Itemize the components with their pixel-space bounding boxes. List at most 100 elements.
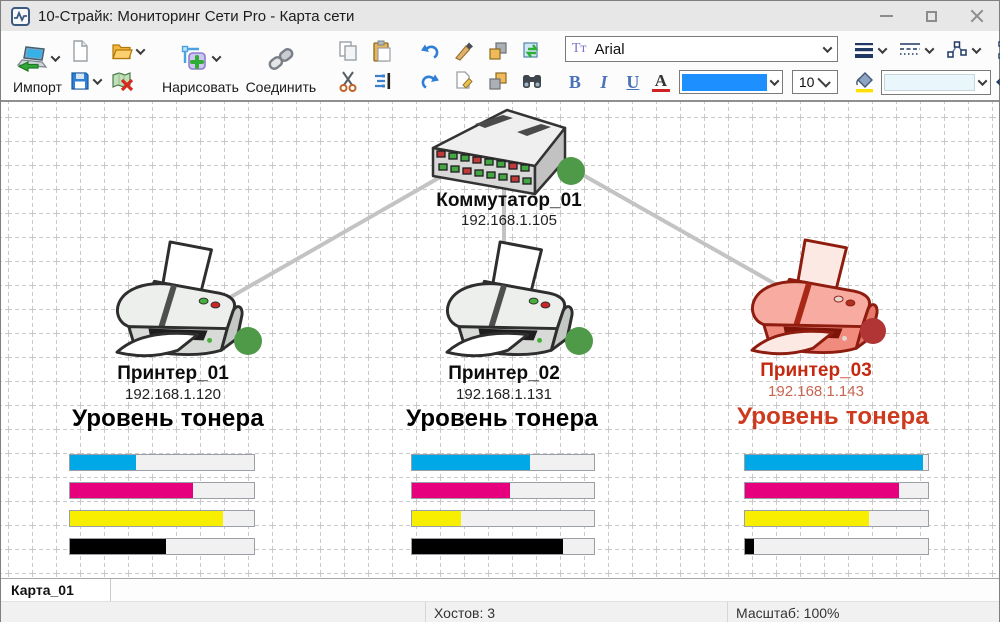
fill-color-button[interactable] xyxy=(854,71,876,93)
laptop-import-icon xyxy=(16,45,48,73)
font-size-select[interactable]: 10 xyxy=(792,70,838,94)
connector-style-icon xyxy=(946,40,968,60)
paste-icon xyxy=(372,40,392,62)
draw-icon xyxy=(181,45,209,73)
paste-button[interactable] xyxy=(372,40,392,62)
chevron-down-icon xyxy=(51,52,61,62)
search-button[interactable] xyxy=(521,71,543,91)
binoculars-icon xyxy=(521,71,543,91)
device-name[interactable]: Принтер_03 xyxy=(760,360,872,382)
copy-button[interactable] xyxy=(338,40,358,62)
toner-bar-cyan xyxy=(744,454,929,471)
status-dot xyxy=(557,157,585,185)
device-name[interactable]: Коммутатор_01 xyxy=(436,190,581,212)
connect-button[interactable]: Соединить xyxy=(243,34,319,98)
device-name[interactable]: Принтер_02 xyxy=(448,363,560,385)
chevron-down-icon xyxy=(93,75,103,85)
chevron-down-icon[interactable] xyxy=(971,44,981,54)
format-painter-button[interactable] xyxy=(454,41,474,61)
clear-format-button[interactable] xyxy=(454,71,474,91)
toner-bar-yellow xyxy=(411,510,595,527)
toner-title: Уровень тонера xyxy=(737,403,929,431)
device-ip: 192.168.1.120 xyxy=(125,386,221,403)
maximize-button[interactable] xyxy=(909,1,954,31)
fill-color-select[interactable] xyxy=(881,70,991,95)
undo-icon xyxy=(420,42,440,60)
chevron-down-icon xyxy=(977,76,987,86)
new-map-button[interactable] xyxy=(70,40,101,62)
toner-bar-black xyxy=(69,538,255,555)
italic-button[interactable]: I xyxy=(594,72,614,93)
status-dot xyxy=(860,318,886,344)
reload-map-button[interactable] xyxy=(522,41,542,61)
color-swatch xyxy=(682,74,767,91)
switch-icon[interactable] xyxy=(429,104,569,196)
toner-title: Уровень тонера xyxy=(72,405,264,433)
toner-fill xyxy=(70,511,223,526)
chain-link-icon xyxy=(266,46,296,72)
printer-icon[interactable] xyxy=(434,238,584,366)
chevron-down-icon[interactable] xyxy=(877,44,887,54)
new-document-icon xyxy=(70,40,90,62)
hatch-pattern-button[interactable] xyxy=(996,72,1000,92)
font-color-select[interactable] xyxy=(679,70,783,94)
draw-label: Нарисовать xyxy=(162,79,239,96)
map-canvas[interactable]: Коммутатор_01 192.168.1.105 Принтер_01 1… xyxy=(1,102,999,578)
font-icon: Tт xyxy=(572,41,587,57)
title-bar: 10-Страйк: Мониторинг Сети Pro - Карта с… xyxy=(1,1,999,31)
window-title: 10-Страйк: Мониторинг Сети Pro - Карта с… xyxy=(38,8,354,25)
bold-button[interactable]: B xyxy=(565,72,585,93)
line-style-icon xyxy=(899,42,921,58)
import-button[interactable]: Импорт xyxy=(9,34,66,98)
paint-bucket-icon xyxy=(854,71,876,93)
open-map-button[interactable] xyxy=(111,41,144,61)
toner-bar-black xyxy=(744,538,929,555)
toner-bar-cyan xyxy=(411,454,595,471)
hatch-pattern-icon xyxy=(996,72,1000,92)
status-bar: Хостов: 3 Масштаб: 100% xyxy=(1,601,999,622)
status-dot xyxy=(234,327,262,355)
open-folder-icon xyxy=(111,41,133,61)
undo-button[interactable] xyxy=(420,42,440,60)
printer-icon[interactable] xyxy=(739,236,889,364)
toner-fill xyxy=(70,455,136,470)
save-map-button[interactable] xyxy=(70,71,101,91)
delete-map-button[interactable] xyxy=(111,71,144,91)
align-button[interactable] xyxy=(372,71,392,91)
close-button[interactable] xyxy=(954,1,999,31)
statusbar-zoom: Масштаб: 100% xyxy=(727,602,999,622)
align-icon xyxy=(372,71,392,91)
toner-fill xyxy=(412,539,563,554)
font-size-value: 10 xyxy=(799,74,815,90)
draw-button[interactable]: Нарисовать xyxy=(158,34,243,98)
toner-fill xyxy=(412,455,530,470)
statusbar-hosts: Хостов: 3 xyxy=(425,602,727,622)
device-name[interactable]: Принтер_01 xyxy=(117,363,229,385)
line-style-button[interactable] xyxy=(899,42,921,58)
font-color-button[interactable]: A xyxy=(652,73,670,92)
connector-style-button[interactable] xyxy=(946,40,968,60)
toner-fill xyxy=(70,483,193,498)
toner-fill xyxy=(745,511,869,526)
send-backward-button[interactable] xyxy=(488,71,508,91)
bring-forward-button[interactable] xyxy=(488,41,508,61)
font-family-value: Arial xyxy=(595,41,824,58)
device-ip: 192.168.1.131 xyxy=(456,386,552,403)
cut-button[interactable] xyxy=(338,70,358,92)
device-ip: 192.168.1.105 xyxy=(461,212,557,229)
copy-icon xyxy=(338,40,358,62)
redo-button[interactable] xyxy=(420,72,440,90)
underline-button[interactable]: U xyxy=(623,72,643,93)
line-width-button[interactable] xyxy=(854,42,874,58)
tab-karta-01[interactable]: Карта_01 xyxy=(1,579,111,601)
font-family-select[interactable]: Tт Arial xyxy=(565,36,838,62)
reload-map-icon xyxy=(522,41,542,61)
toolbar: Импорт xyxy=(1,31,999,102)
minimize-button[interactable] xyxy=(864,1,909,31)
chevron-down-icon[interactable] xyxy=(924,44,934,54)
toner-bar-yellow xyxy=(69,510,255,527)
page-brush-icon xyxy=(454,71,474,91)
toner-bar-magenta xyxy=(411,482,595,499)
toner-bar-magenta xyxy=(744,482,929,499)
printer-icon[interactable] xyxy=(104,238,254,366)
